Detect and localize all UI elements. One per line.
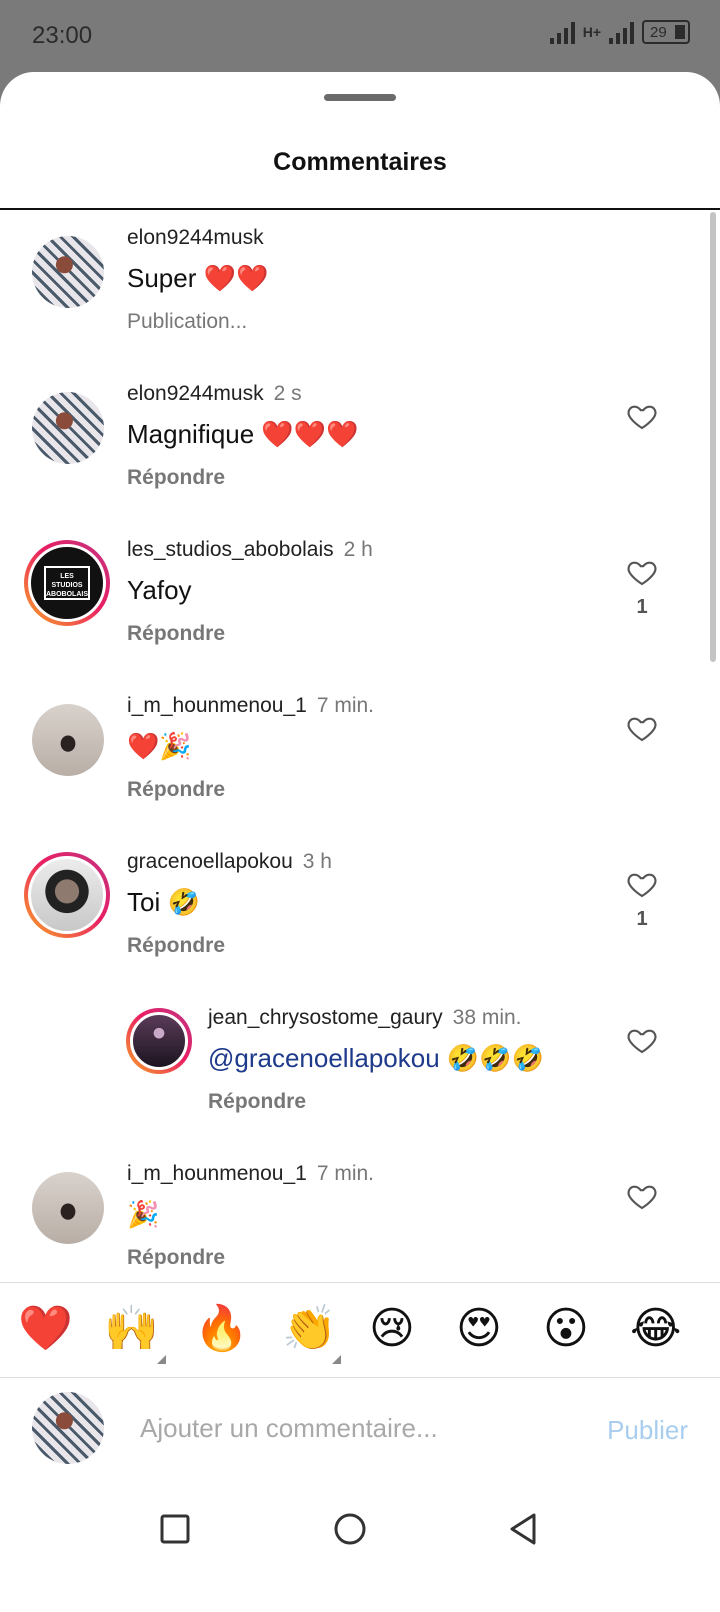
avatar[interactable] [32,704,104,776]
comment-item: gracenoellapokou 3 h Toi 🤣 Répondre 1 [0,850,700,1010]
comment-username[interactable]: les_studios_abobolais 2 h [127,538,373,562]
battery-level: 29 [650,23,667,41]
reaction-cry[interactable]: 😢 [369,1303,415,1355]
username-text: elon9244musk [127,226,264,249]
studio-logo: LES STUDIOS ABOBOLAIS. [44,566,90,600]
comment-text: @gracenoellapokou 🤣🤣🤣 [208,1043,544,1074]
comment-text: Magnifique ❤️❤️❤️ [127,419,359,449]
comment-text-body: 🤣🤣🤣 [439,1043,545,1073]
avatar-image [130,1012,188,1070]
mention-link[interactable]: @gracenoellapokou [208,1043,440,1073]
username-text: i_m_hounmenou_1 [127,694,307,717]
comment-time: 3 h [302,850,332,873]
comment-username[interactable]: jean_chrysostome_gaury 38 min. [208,1006,522,1030]
reply-button[interactable]: Répondre [127,466,225,490]
reaction-heart-eyes[interactable]: 😍 [456,1303,502,1355]
reaction-surprised[interactable]: 😮 [543,1303,589,1355]
comment-username[interactable]: i_m_hounmenou_1 7 min. [127,1162,374,1186]
avatar[interactable] [32,1172,104,1244]
username-text: jean_chrysostome_gaury [208,1006,443,1029]
network-type: H+ [582,24,601,40]
avatar-image [28,856,106,934]
comment-time: 2 s [273,382,302,405]
reply-button[interactable]: Répondre [127,622,225,646]
reaction-laugh[interactable]: 😂 [630,1303,681,1355]
comment-composer: Publier [0,1378,720,1478]
comment-time: 7 min. [316,694,374,717]
heart-icon[interactable] [625,1180,659,1212]
scrollbar[interactable] [710,212,716,662]
comment-username[interactable]: i_m_hounmenou_1 7 min. [127,694,374,718]
reply-button[interactable]: Répondre [127,778,225,802]
reaction-heart[interactable]: ❤️ [18,1303,73,1355]
system-nav-bar [0,1478,720,1612]
comment-time: 38 min. [452,1006,522,1029]
posting-status: Publication... [127,310,248,333]
comment-item: elon9244musk Super ❤️❤️ Publication... [0,226,700,386]
heart-icon[interactable] [625,712,659,744]
battery-icon: 29 [642,20,690,44]
comment-text: Yafoy [127,575,192,605]
status-icons: H+ 29 [549,20,690,44]
triangle-icon [510,1513,536,1545]
comment-item: i_m_hounmenou_1 7 min. ❤️🎉 Répondre [0,694,700,854]
recent-apps-button[interactable] [150,1504,200,1554]
square-icon [160,1514,190,1544]
status-bar: 23:00 H+ 29 [0,0,720,72]
avatar-story[interactable]: LES STUDIOS ABOBOLAIS. [24,540,110,626]
comment-input[interactable] [140,1408,560,1448]
sheet-title: Commentaires [273,148,447,176]
comment-username[interactable]: elon9244musk 2 s [127,382,302,406]
reaction-clap[interactable]: 👏 [282,1303,337,1355]
reply-button[interactable]: Répondre [127,934,225,958]
home-button[interactable] [325,1504,375,1554]
reply-button[interactable]: Répondre [208,1090,306,1114]
avatar-story[interactable] [24,852,110,938]
reaction-bar: ❤️ 🙌 🔥 👏 😢 😍 😮 😂 [0,1282,720,1378]
like-count: 1 [636,908,648,930]
username-text: elon9244musk [127,382,264,405]
comment-time: 7 min. [316,1162,374,1185]
circle-icon [334,1513,366,1545]
comment-username[interactable]: elon9244musk [127,226,264,250]
avatar-image: LES STUDIOS ABOBOLAIS. [28,544,106,622]
username-text: les_studios_abobolais [127,538,334,561]
skin-tone-indicator [332,1355,341,1364]
back-button[interactable] [498,1504,548,1554]
reaction-fire[interactable]: 🔥 [194,1303,249,1355]
drag-handle[interactable] [324,94,396,101]
like-count: 1 [636,596,648,618]
status-time: 23:00 [32,22,93,49]
comment-username[interactable]: gracenoellapokou 3 h [127,850,332,874]
avatar-story[interactable] [126,1008,192,1074]
signal-icon-2 [609,20,634,44]
heart-icon[interactable] [625,556,659,588]
comment-time: 2 h [343,538,373,561]
reply-button[interactable]: Répondre [127,1246,225,1270]
avatar[interactable] [32,236,104,308]
comment-text: Super ❤️❤️ [127,263,269,293]
username-text: gracenoellapokou [127,850,293,873]
username-text: i_m_hounmenou_1 [127,1162,307,1185]
current-user-avatar [32,1392,104,1464]
comment-item: LES STUDIOS ABOBOLAIS. les_studios_abobo… [0,538,700,698]
avatar[interactable] [32,392,104,464]
comment-text: ❤️🎉 [127,731,192,761]
signal-icon [549,20,575,44]
comment-reply-item: jean_chrysostome_gaury 38 min. @gracenoel… [0,1006,700,1166]
comment-text: Toi 🤣 [127,887,200,917]
skin-tone-indicator [157,1355,166,1364]
heart-icon[interactable] [625,868,659,900]
comment-item: elon9244musk 2 s Magnifique ❤️❤️❤️ Répond… [0,382,700,542]
heart-icon[interactable] [625,1024,659,1056]
comment-text: 🎉 [127,1199,160,1229]
heart-icon[interactable] [625,400,659,432]
divider [0,208,720,210]
publish-button[interactable]: Publier [607,1415,688,1446]
reaction-raised-hands[interactable]: 🙌 [104,1303,159,1355]
